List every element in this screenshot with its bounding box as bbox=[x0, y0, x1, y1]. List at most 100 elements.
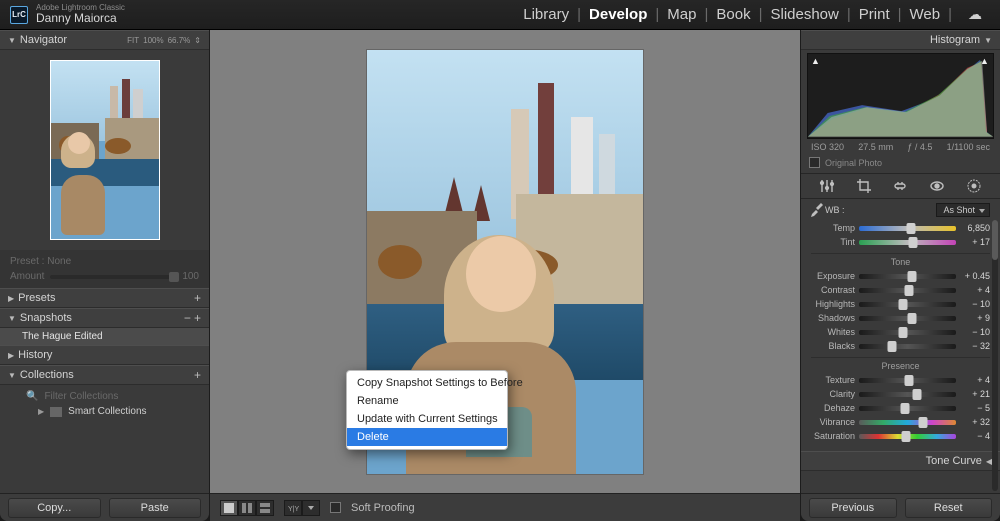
tone-slider-row: Whites− 10 bbox=[811, 325, 990, 339]
dropdown-icon[interactable] bbox=[302, 500, 320, 516]
svg-text:Y|Y: Y|Y bbox=[288, 506, 299, 513]
wb-eyedropper-icon[interactable] bbox=[811, 203, 825, 217]
module-slideshow[interactable]: Slideshow bbox=[762, 6, 846, 23]
zoom-100[interactable]: 100% bbox=[143, 36, 163, 45]
collections-title: Collections bbox=[20, 369, 74, 381]
wb-preset-select[interactable]: As Shot bbox=[936, 203, 990, 217]
original-photo-checkbox[interactable] bbox=[809, 157, 820, 168]
navigator-preview[interactable] bbox=[0, 50, 209, 250]
before-after-tb-button[interactable] bbox=[256, 500, 274, 516]
tone-curve-header[interactable]: Tone Curve ◀ bbox=[801, 451, 1000, 471]
tone-slider[interactable] bbox=[859, 302, 956, 307]
before-after-swap[interactable]: Y|Y bbox=[284, 500, 320, 516]
tone-value: + 0.45 bbox=[960, 271, 990, 281]
right-scrollbar[interactable] bbox=[992, 220, 998, 491]
tone-value: − 10 bbox=[960, 327, 990, 337]
chevron-down-icon: ▼ bbox=[984, 36, 992, 45]
presence-slider[interactable] bbox=[859, 378, 956, 383]
chevron-right-icon: ▶ bbox=[38, 407, 44, 416]
module-develop[interactable]: Develop bbox=[581, 6, 655, 23]
cloud-sync-icon[interactable]: ☁ bbox=[960, 6, 990, 23]
copy-button[interactable]: Copy... bbox=[8, 498, 101, 518]
zoom-fit[interactable]: FIT bbox=[127, 36, 139, 45]
wb-slider[interactable] bbox=[859, 240, 956, 245]
histogram-header[interactable]: Histogram ▼ bbox=[801, 30, 1000, 50]
wb-label: WB : bbox=[825, 205, 845, 215]
paste-button[interactable]: Paste bbox=[109, 498, 202, 518]
tone-value: + 9 bbox=[960, 313, 990, 323]
exif-iso: ISO 320 bbox=[811, 142, 844, 152]
tone-label: Highlights bbox=[811, 299, 855, 309]
presence-slider[interactable] bbox=[859, 434, 956, 439]
view-mode-segment bbox=[220, 500, 274, 516]
masking-tool-icon[interactable] bbox=[965, 177, 983, 195]
module-book[interactable]: Book bbox=[708, 6, 758, 23]
navigator-title: Navigator bbox=[20, 34, 67, 46]
loupe-view-button[interactable] bbox=[220, 500, 238, 516]
histogram-chart[interactable]: ▲ ▲ bbox=[807, 53, 994, 139]
smart-collections-label: Smart Collections bbox=[68, 406, 146, 417]
collections-header[interactable]: ▼ Collections + bbox=[0, 365, 209, 385]
search-icon: 🔍 bbox=[26, 391, 38, 402]
history-title: History bbox=[18, 349, 52, 361]
reset-button[interactable]: Reset bbox=[905, 498, 993, 518]
soft-proofing-label: Soft Proofing bbox=[351, 502, 415, 514]
soft-proofing-checkbox[interactable] bbox=[330, 502, 341, 513]
amount-slider[interactable] bbox=[50, 275, 176, 279]
menu-copy-snapshot-settings[interactable]: Copy Snapshot Settings to Before bbox=[347, 374, 507, 392]
crop-tool-icon[interactable] bbox=[855, 177, 873, 195]
remove-snapshot-icon[interactable]: − bbox=[184, 311, 191, 325]
tone-slider[interactable] bbox=[859, 316, 956, 321]
tone-slider[interactable] bbox=[859, 288, 956, 293]
presence-label: Saturation bbox=[811, 431, 855, 441]
smart-collections-row[interactable]: ▶ Smart Collections bbox=[0, 404, 209, 419]
center-toolbar: Y|Y Soft Proofing bbox=[210, 493, 800, 521]
original-photo-row[interactable]: Original Photo bbox=[801, 155, 1000, 173]
exif-shutter: 1/1100 sec bbox=[947, 142, 990, 152]
snapshots-header[interactable]: ▼ Snapshots − + bbox=[0, 308, 209, 328]
history-header[interactable]: ▶ History bbox=[0, 345, 209, 365]
module-print[interactable]: Print bbox=[851, 6, 898, 23]
module-web[interactable]: Web bbox=[902, 6, 949, 23]
menu-update-current[interactable]: Update with Current Settings bbox=[347, 410, 507, 428]
presence-slider[interactable] bbox=[859, 406, 956, 411]
snapshot-context-menu: Copy Snapshot Settings to Before Rename … bbox=[346, 370, 508, 450]
wb-slider[interactable] bbox=[859, 226, 956, 231]
presence-value: + 4 bbox=[960, 375, 990, 385]
presence-value: + 32 bbox=[960, 417, 990, 427]
tone-slider[interactable] bbox=[859, 344, 956, 349]
menu-rename[interactable]: Rename bbox=[347, 392, 507, 410]
tone-label: Contrast bbox=[811, 285, 855, 295]
navigator-header[interactable]: ▼ Navigator FIT 100% 66.7% ⇕ bbox=[0, 30, 209, 50]
presence-slider[interactable] bbox=[859, 420, 956, 425]
before-after-lr-button[interactable] bbox=[238, 500, 256, 516]
add-preset-icon[interactable]: + bbox=[194, 291, 201, 305]
edit-tool-icon[interactable] bbox=[818, 177, 836, 195]
collections-filter[interactable]: 🔍 Filter Collections bbox=[0, 389, 209, 404]
add-collection-icon[interactable]: + bbox=[194, 368, 201, 382]
amount-label: Amount bbox=[10, 271, 44, 282]
module-library[interactable]: Library bbox=[515, 6, 577, 23]
add-snapshot-icon[interactable]: + bbox=[194, 311, 201, 325]
wb-value: + 17 bbox=[960, 237, 990, 247]
redeye-tool-icon[interactable] bbox=[928, 177, 946, 195]
tone-slider[interactable] bbox=[859, 330, 956, 335]
zoom-menu-icon[interactable]: ⇕ bbox=[194, 36, 201, 45]
collections-filter-placeholder: Filter Collections bbox=[44, 391, 118, 402]
previous-button[interactable]: Previous bbox=[809, 498, 897, 518]
amount-value: 100 bbox=[182, 271, 199, 282]
healing-tool-icon[interactable] bbox=[891, 177, 909, 195]
presets-header[interactable]: ▶ Presets + bbox=[0, 288, 209, 308]
tone-slider[interactable] bbox=[859, 274, 956, 279]
scrollbar-thumb[interactable] bbox=[992, 220, 998, 260]
zoom-66[interactable]: 66.7% bbox=[168, 36, 191, 45]
chevron-right-icon: ▶ bbox=[8, 294, 14, 303]
menu-delete[interactable]: Delete bbox=[347, 428, 507, 446]
original-photo-label: Original Photo bbox=[825, 158, 882, 168]
app-title: Adobe Lightroom Classic Danny Maiorca bbox=[36, 4, 125, 26]
snapshot-item[interactable]: The Hague Edited bbox=[0, 328, 209, 345]
presence-label: Vibrance bbox=[811, 417, 855, 427]
presence-slider[interactable] bbox=[859, 392, 956, 397]
module-map[interactable]: Map bbox=[659, 6, 704, 23]
left-bottom-toolbar: Copy... Paste bbox=[0, 493, 209, 521]
